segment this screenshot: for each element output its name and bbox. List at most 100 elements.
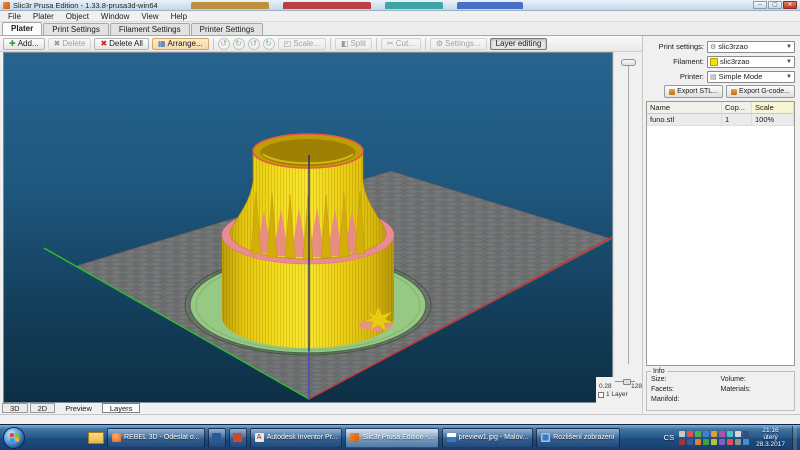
window-title: Slic3r Prusa Edition - 1.33.8-prusa3d-wi… bbox=[13, 1, 158, 10]
filament-select[interactable]: slic3rzao ▼ bbox=[707, 56, 795, 68]
column-name[interactable]: Name bbox=[647, 102, 722, 114]
delete-all-label: Delete All bbox=[109, 39, 143, 48]
export-stl-button[interactable]: Export STL... bbox=[664, 85, 723, 98]
cut-icon: ✂ bbox=[387, 40, 394, 48]
layer-slider-handle[interactable] bbox=[621, 59, 636, 66]
menu-window[interactable]: Window bbox=[95, 12, 135, 21]
tray-icon[interactable] bbox=[703, 439, 709, 445]
tray-icon[interactable] bbox=[743, 439, 749, 445]
info-group: Info Size: Volume: Facets: Materials: Ma… bbox=[646, 371, 795, 411]
menu-file[interactable]: File bbox=[2, 12, 27, 21]
status-bar bbox=[0, 414, 800, 424]
taskbar-button-app2[interactable] bbox=[229, 428, 247, 448]
tray-icon[interactable] bbox=[679, 431, 685, 437]
filament-value: slic3rzao bbox=[720, 57, 750, 66]
layer-height-slider[interactable] bbox=[615, 378, 635, 382]
tray-icon[interactable] bbox=[719, 439, 725, 445]
tray-icon[interactable] bbox=[687, 439, 693, 445]
rotate-ccw-90-icon[interactable]: ↺ bbox=[248, 38, 260, 50]
delete-all-button[interactable]: ✖ Delete All bbox=[94, 38, 149, 50]
layer-slider-track[interactable] bbox=[628, 64, 629, 364]
background-window-tab[interactable] bbox=[457, 2, 523, 9]
layer-min-value: 0.28 bbox=[599, 383, 612, 390]
show-desktop-button[interactable] bbox=[792, 426, 797, 450]
tray-icon[interactable] bbox=[695, 431, 701, 437]
rotate-cw-45-icon[interactable]: ↻ bbox=[233, 38, 245, 50]
rotate-cw-90-icon[interactable]: ↻ bbox=[263, 38, 275, 50]
add-button[interactable]: ✚ Add... bbox=[3, 38, 45, 50]
taskbar-app-icon bbox=[212, 433, 221, 442]
taskbar-clock[interactable]: 21:16 úterý 28.3.2017 bbox=[753, 427, 788, 448]
tray-icon[interactable] bbox=[743, 431, 749, 437]
object-settings-button[interactable]: ⚙ Settings... bbox=[430, 38, 487, 50]
tray-icon[interactable] bbox=[711, 431, 717, 437]
tray-icon[interactable] bbox=[727, 431, 733, 437]
column-copies[interactable]: Cop... bbox=[722, 102, 752, 114]
background-window-tab[interactable] bbox=[385, 2, 443, 9]
start-button[interactable] bbox=[3, 427, 25, 449]
menu-plater[interactable]: Plater bbox=[27, 12, 60, 21]
background-window-tab[interactable] bbox=[191, 2, 269, 9]
tray-icon[interactable] bbox=[711, 439, 717, 445]
filament-color-swatch bbox=[710, 58, 718, 66]
view-tab-2d[interactable]: 2D bbox=[30, 403, 56, 413]
delete-button[interactable]: ✖ Delete bbox=[48, 38, 92, 50]
tray-icon[interactable] bbox=[679, 439, 685, 445]
view-tab-preview[interactable]: Preview bbox=[57, 403, 100, 413]
explorer-folder-icon[interactable] bbox=[88, 432, 104, 444]
chevron-down-icon: ▼ bbox=[786, 74, 792, 80]
language-indicator[interactable]: CS bbox=[664, 433, 674, 442]
tray-icon[interactable] bbox=[735, 431, 741, 437]
taskbar-button-display-settings[interactable]: Rozlišení zobrazení bbox=[536, 428, 619, 448]
arrange-button[interactable]: ▦ Arrange... bbox=[152, 38, 209, 50]
taskbar-button-paint[interactable]: preview1.jpg - Malov... bbox=[442, 428, 534, 448]
clock-date: 28.3.2017 bbox=[756, 441, 785, 448]
tray-icon[interactable] bbox=[719, 431, 725, 437]
layer-editing-button[interactable]: Layer editing bbox=[490, 38, 548, 50]
split-button[interactable]: ◧ Split bbox=[335, 38, 372, 50]
export-gcode-button[interactable]: Export G-code... bbox=[726, 85, 795, 98]
tab-print-settings[interactable]: Print Settings bbox=[43, 23, 109, 35]
background-window-tab[interactable] bbox=[283, 2, 371, 9]
info-group-title: Info bbox=[651, 368, 667, 375]
tray-icon[interactable] bbox=[735, 439, 741, 445]
windows-logo-icon bbox=[9, 433, 19, 443]
one-layer-checkbox[interactable] bbox=[598, 392, 604, 398]
viewport-3d[interactable] bbox=[3, 52, 613, 403]
slic3r-app-icon bbox=[3, 2, 10, 9]
tray-icon[interactable] bbox=[703, 431, 709, 437]
printer-select[interactable]: ▤ Simple Mode ▼ bbox=[707, 71, 795, 83]
add-icon: ✚ bbox=[9, 40, 16, 48]
column-scale[interactable]: Scale bbox=[752, 102, 794, 114]
taskbar-button-app1[interactable] bbox=[208, 428, 226, 448]
taskbar-button-slic3r[interactable]: Slic3r Prusa Edition -... bbox=[345, 428, 438, 448]
tray-icon[interactable] bbox=[727, 439, 733, 445]
print-settings-value: slic3rzao bbox=[718, 42, 748, 51]
settings-panel: Print settings: ⚙ slic3rzao ▼ Filament: … bbox=[642, 36, 798, 413]
menu-help[interactable]: Help bbox=[165, 12, 193, 21]
print-settings-select[interactable]: ⚙ slic3rzao ▼ bbox=[707, 41, 795, 53]
cut-button[interactable]: ✂ Cut... bbox=[381, 38, 421, 50]
maximize-button[interactable]: ▢ bbox=[768, 1, 782, 9]
background-window-tabs bbox=[191, 2, 750, 9]
menu-view[interactable]: View bbox=[135, 12, 164, 21]
close-button[interactable]: ✕ bbox=[783, 1, 797, 9]
menu-object[interactable]: Object bbox=[60, 12, 95, 21]
scale-button[interactable]: ◰ Scale... bbox=[278, 38, 326, 50]
tray-icon[interactable] bbox=[695, 439, 701, 445]
view-tab-layers[interactable]: Layers bbox=[102, 403, 141, 413]
table-row[interactable]: funo.stl 1 100% bbox=[647, 114, 794, 126]
taskbar-button-rebel[interactable]: REBEL 3D - Odeslat o... bbox=[107, 428, 205, 448]
tab-filament-settings[interactable]: Filament Settings bbox=[110, 23, 190, 35]
rotate-ccw-45-icon[interactable]: ↺ bbox=[218, 38, 230, 50]
object-name-cell: funo.stl bbox=[647, 114, 722, 126]
tray-icon[interactable] bbox=[687, 431, 693, 437]
tab-printer-settings[interactable]: Printer Settings bbox=[191, 23, 264, 35]
view-tab-3d[interactable]: 3D bbox=[2, 403, 28, 413]
desktop: Slic3r Prusa Edition - 1.33.8-prusa3d-wi… bbox=[0, 0, 800, 450]
printer-label: Printer: bbox=[646, 72, 704, 81]
minimize-button[interactable]: – bbox=[753, 1, 767, 9]
taskbar-button-label: Rozlišení zobrazení bbox=[553, 434, 614, 441]
taskbar-button-inventor[interactable]: A Autodesk Inventor Pr... bbox=[250, 428, 343, 448]
tab-plater[interactable]: Plater bbox=[2, 22, 42, 35]
